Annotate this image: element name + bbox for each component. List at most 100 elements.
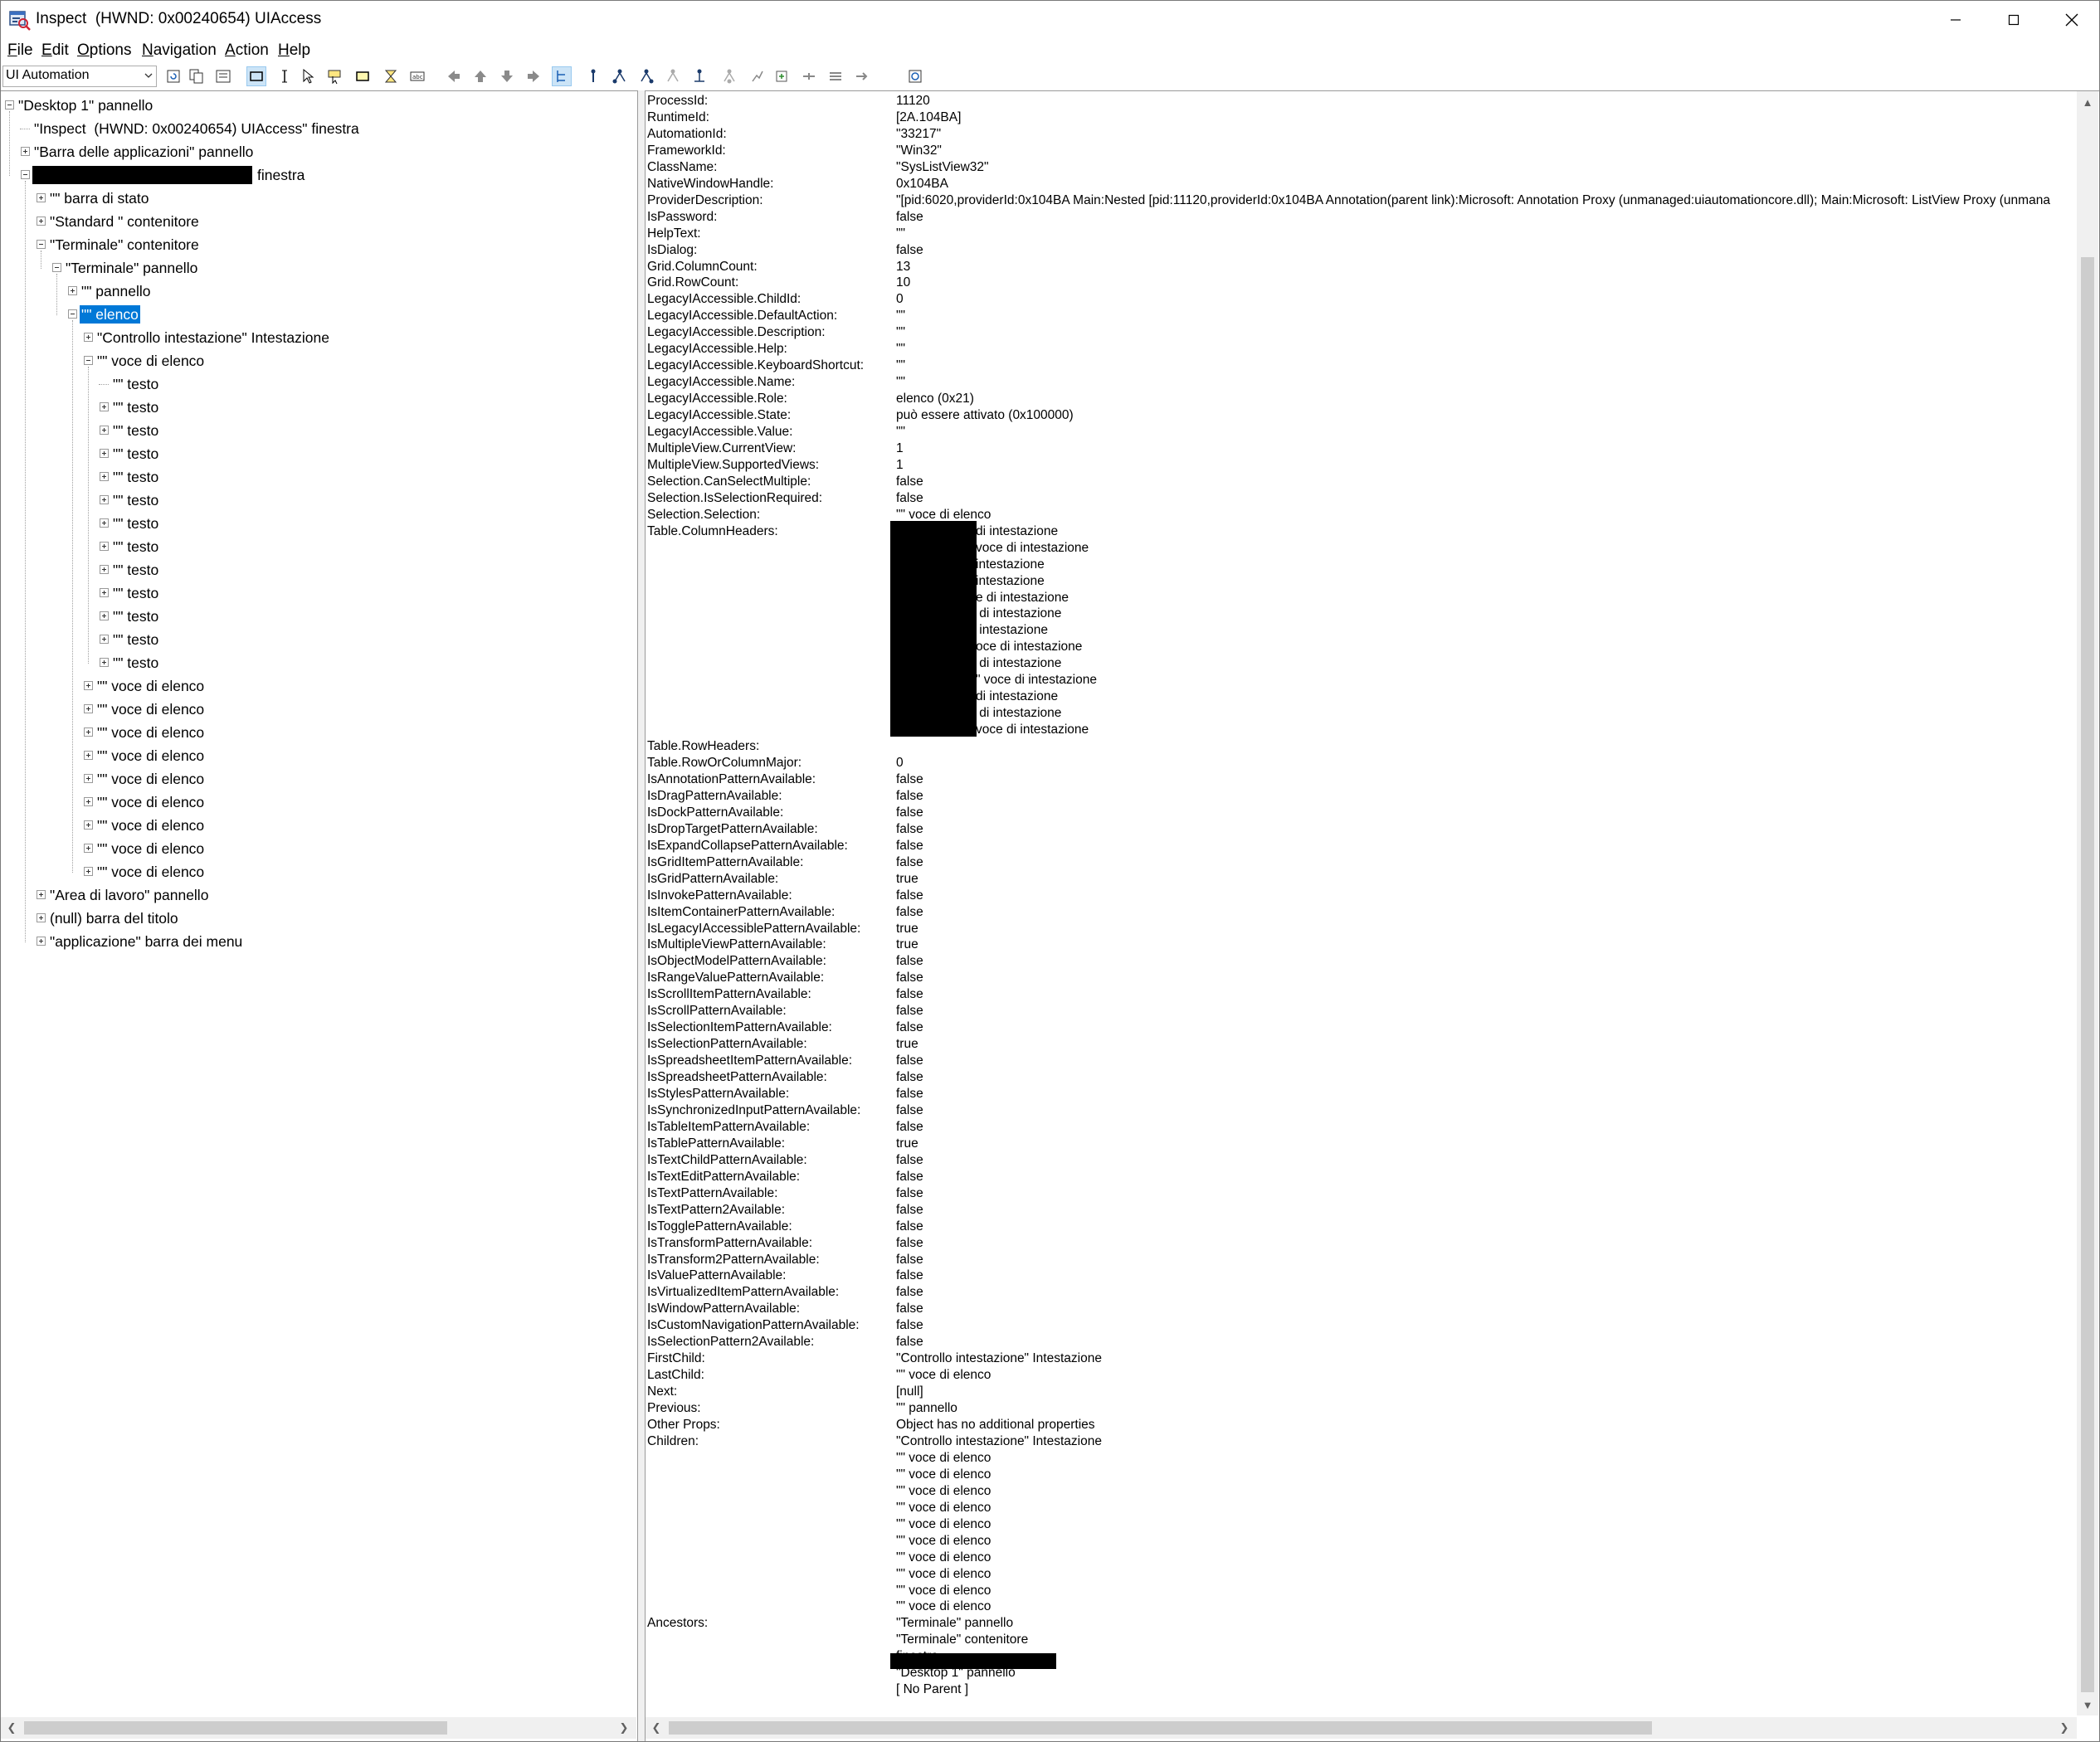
- menu-action[interactable]: Action: [225, 41, 269, 60]
- expand-node-icon[interactable]: [100, 565, 109, 574]
- minimize-button[interactable]: [1927, 1, 1985, 39]
- tree-node-selected[interactable]: "" elenco: [1, 304, 631, 324]
- expand-node-icon[interactable]: [37, 193, 46, 202]
- tree-node[interactable]: "" testo: [1, 445, 631, 463]
- tree-node[interactable]: "" testo: [1, 375, 631, 393]
- expand-node-icon[interactable]: [84, 751, 93, 760]
- tree-node[interactable]: "Controllo intestazione" Intestazione: [1, 328, 631, 347]
- invoke-button[interactable]: [852, 66, 872, 86]
- expand-node-icon[interactable]: [100, 472, 109, 481]
- tree-node[interactable]: "applicazione" barra dei menu: [1, 932, 631, 951]
- close-button[interactable]: [2043, 1, 2100, 39]
- tree-node[interactable]: finestra: [1, 166, 631, 184]
- tree-node[interactable]: "" testo: [1, 491, 631, 509]
- expand-node-icon[interactable]: [100, 542, 109, 551]
- focus-tracking-button[interactable]: [324, 66, 344, 86]
- next-sibling-button[interactable]: [636, 66, 656, 86]
- tree-node[interactable]: "Desktop 1" pannello: [1, 96, 631, 114]
- expand-node-icon[interactable]: [84, 844, 93, 853]
- parent-button[interactable]: [583, 66, 603, 86]
- tree-node[interactable]: "" voce di elenco: [1, 352, 631, 370]
- scrollbar-thumb[interactable]: [2081, 257, 2094, 1692]
- tree-node[interactable]: "" voce di elenco: [1, 839, 631, 858]
- expand-node-icon[interactable]: [84, 333, 93, 342]
- expand-node-icon[interactable]: [84, 867, 93, 876]
- tree-node[interactable]: "" testo: [1, 607, 631, 625]
- scroll-right-icon[interactable]: ❯: [2054, 1717, 2075, 1739]
- tree-node[interactable]: "" testo: [1, 561, 631, 579]
- tree-node[interactable]: "" voce di elenco: [1, 816, 631, 835]
- tree-node[interactable]: "" voce di elenco: [1, 747, 631, 765]
- tree-view-button[interactable]: [552, 66, 572, 86]
- collapse-node-icon[interactable]: [52, 263, 61, 272]
- show-highlight-button[interactable]: [353, 66, 373, 86]
- refresh-tree-button[interactable]: [905, 66, 925, 86]
- scroll-left-icon[interactable]: ❮: [1, 1717, 22, 1739]
- expand-node-icon[interactable]: [84, 727, 93, 737]
- tree-node[interactable]: "Standard " contenitore: [1, 212, 631, 231]
- do-default-button[interactable]: [719, 66, 739, 86]
- expand-node-icon[interactable]: [84, 797, 93, 806]
- tree-horizontal-scrollbar[interactable]: ❮ ❯: [1, 1717, 636, 1739]
- scroll-left-icon[interactable]: ❮: [646, 1717, 667, 1739]
- highlight-rect-button[interactable]: [246, 66, 266, 86]
- expand-button[interactable]: [772, 66, 792, 86]
- menu-navigation[interactable]: Navigation: [142, 41, 217, 60]
- refresh-button[interactable]: [163, 66, 183, 86]
- expand-node-icon[interactable]: [84, 704, 93, 713]
- tree-node[interactable]: "" voce di elenco: [1, 723, 631, 742]
- collapse-node-icon[interactable]: [84, 356, 93, 365]
- tree-node[interactable]: (null) barra del titolo: [1, 909, 631, 927]
- prev-sibling-button[interactable]: [663, 66, 683, 86]
- tree-node[interactable]: "" pannello: [1, 282, 631, 300]
- tree-node[interactable]: "" testo: [1, 398, 631, 416]
- pointer-button[interactable]: [298, 66, 318, 86]
- tree-node[interactable]: "" barra di stato: [1, 189, 631, 207]
- collapse-node-icon[interactable]: [5, 100, 14, 109]
- watch-button[interactable]: abc: [407, 66, 427, 86]
- properties-horizontal-scrollbar[interactable]: ❮ ❯: [646, 1717, 2077, 1739]
- expand-node-icon[interactable]: [37, 890, 46, 899]
- tree-node[interactable]: "" testo: [1, 538, 631, 556]
- properties-button[interactable]: [213, 66, 233, 86]
- tree-pane[interactable]: "Desktop 1" pannello "Inspect (HWND: 0x00…: [1, 90, 638, 1741]
- toggle-button[interactable]: [748, 66, 767, 86]
- menu-edit[interactable]: Edit: [41, 41, 69, 60]
- expand-node-icon[interactable]: [100, 518, 109, 528]
- menu-options[interactable]: Options: [77, 41, 131, 60]
- tree-node[interactable]: "Inspect (HWND: 0x00240654) UIAccess" fi…: [1, 119, 631, 138]
- title-bar[interactable]: Inspect (HWND: 0x00240654) UIAccess: [1, 1, 2099, 39]
- hover-button[interactable]: [381, 66, 401, 86]
- nav-down-button[interactable]: [497, 66, 517, 86]
- tree-node[interactable]: "" testo: [1, 584, 631, 602]
- expand-node-icon[interactable]: [100, 449, 109, 458]
- expand-node-icon[interactable]: [21, 147, 30, 156]
- expand-node-icon[interactable]: [100, 635, 109, 644]
- expand-node-icon[interactable]: [84, 681, 93, 690]
- expand-node-icon[interactable]: [100, 402, 109, 411]
- scroll-up-icon[interactable]: ▲: [2077, 91, 2098, 113]
- collapse-node-icon[interactable]: [21, 170, 30, 179]
- tree-node[interactable]: "" voce di elenco: [1, 677, 631, 695]
- tree-node[interactable]: "Terminale" contenitore: [1, 236, 631, 254]
- nav-right-button[interactable]: [524, 66, 543, 86]
- scroll-down-icon[interactable]: ▼: [2077, 1694, 2098, 1715]
- tree-node[interactable]: "" testo: [1, 421, 631, 440]
- expand-node-icon[interactable]: [100, 611, 109, 620]
- collapse-node-icon[interactable]: [68, 309, 77, 319]
- expand-node-icon[interactable]: [84, 820, 93, 830]
- inspection-mode-select[interactable]: UI Automation: [2, 66, 157, 87]
- expand-node-icon[interactable]: [84, 774, 93, 783]
- select-button[interactable]: [826, 66, 845, 86]
- expand-node-icon[interactable]: [37, 913, 46, 922]
- last-child-button[interactable]: [689, 66, 709, 86]
- tree-node[interactable]: "" voce di elenco: [1, 793, 631, 811]
- caret-button[interactable]: [275, 66, 295, 86]
- tree-node[interactable]: "" testo: [1, 514, 631, 533]
- menu-file[interactable]: File: [7, 41, 33, 60]
- copy-button[interactable]: [187, 66, 207, 86]
- scrollbar-thumb[interactable]: [669, 1721, 1652, 1735]
- expand-node-icon[interactable]: [100, 658, 109, 667]
- tree-node[interactable]: "" testo: [1, 468, 631, 486]
- nav-up-button[interactable]: [470, 66, 490, 86]
